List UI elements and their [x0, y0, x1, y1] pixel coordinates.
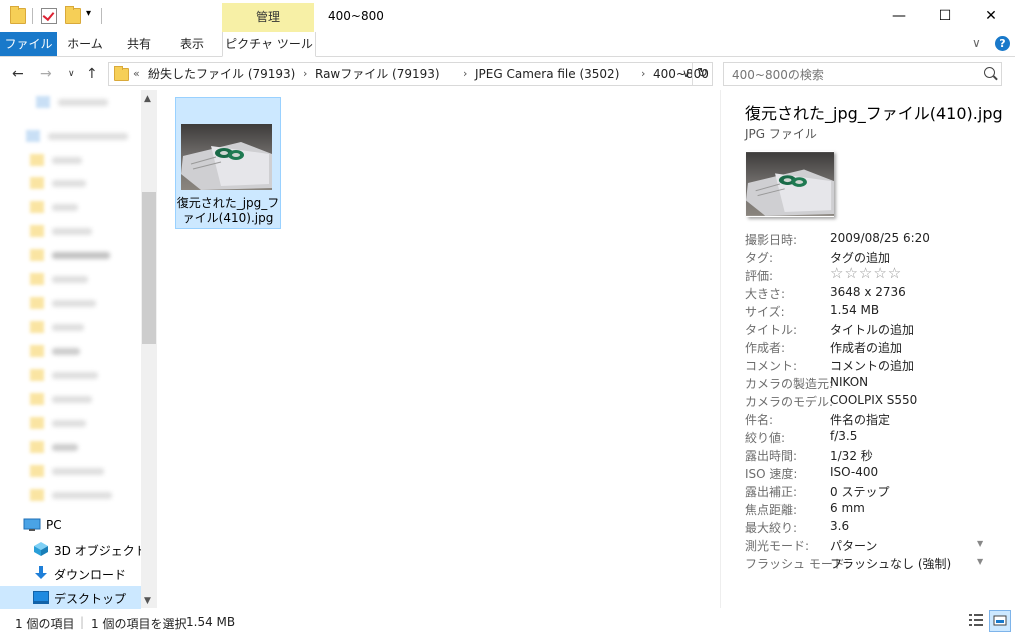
prop-exposure-bias[interactable]: 露出補正: 0 ステップ: [745, 483, 1005, 501]
prop-iso-speed[interactable]: ISO 速度: ISO-400: [745, 465, 1005, 483]
window-title: 400~800: [328, 9, 384, 23]
address-dropdown-icon[interactable]: ∨: [682, 63, 690, 85]
tab-file[interactable]: ファイル: [0, 32, 57, 56]
close-button[interactable]: ✕: [968, 0, 1014, 32]
chevron-right-icon[interactable]: ›: [303, 63, 307, 85]
chevron-down-icon[interactable]: ▼: [977, 539, 983, 548]
chevron-right-icon[interactable]: ›: [463, 63, 467, 85]
back-arrow-icon[interactable]: ←: [12, 62, 24, 86]
tab-view[interactable]: 表示: [168, 32, 216, 56]
properties-check-icon[interactable]: [41, 8, 57, 24]
prop-subject[interactable]: 件名: 件名の指定: [745, 411, 1005, 429]
details-file-type: JPG ファイル: [745, 127, 817, 141]
divider: [101, 8, 102, 24]
pc-icon: [23, 518, 41, 531]
scroll-down-icon[interactable]: ▼: [144, 596, 151, 606]
sidebar-item-label: PC: [46, 518, 62, 532]
forward-arrow-icon[interactable]: →: [40, 62, 52, 86]
ribbon-tabs: ファイル ホーム 共有 表示 ピクチャ ツール: [0, 32, 1015, 57]
chevron-right-icon[interactable]: ›: [641, 63, 645, 85]
details-thumbnail: [746, 152, 834, 216]
quick-access-dropdown-icon[interactable]: ▾: [86, 8, 91, 19]
minimize-button[interactable]: —: [876, 0, 922, 32]
sidebar-item-3d-objects[interactable]: 3D オブジェクト: [0, 538, 147, 561]
sidebar-item-label: ダウンロード: [54, 568, 127, 582]
large-icons-view-icon: [993, 615, 1007, 626]
prop-focal-length[interactable]: 焦点距離: 6 mm: [745, 501, 1005, 519]
selected-count: 1 個の項目を選択: [91, 617, 187, 631]
prop-date-taken: 撮影日時: 2009/08/25 6:20: [745, 231, 930, 247]
prop-comments[interactable]: コメント: コメントの追加: [745, 357, 1005, 375]
search-box[interactable]: [723, 62, 1002, 86]
navigation-pane: PC 3D オブジェクト ダウンロード デスクトップ: [0, 90, 158, 609]
prop-size: サイズ: 1.54 MB: [745, 303, 880, 319]
file-thumbnail: [181, 124, 272, 190]
item-count: 1 個の項目: [15, 617, 75, 631]
selected-size: 1.54 MB: [186, 615, 236, 629]
prop-title[interactable]: タイトル: タイトルの追加: [745, 321, 1005, 339]
prop-author[interactable]: 作成者: 作成者の追加: [745, 339, 1005, 357]
tab-picture-tools[interactable]: ピクチャ ツール: [222, 32, 316, 57]
sidebar-item-pc[interactable]: PC: [0, 514, 141, 537]
maximize-button[interactable]: ☐: [922, 0, 968, 32]
search-input[interactable]: [730, 65, 974, 85]
title-bar: ▾: [0, 0, 1015, 32]
address-bar[interactable]: « 紛失したファイル (79193) › Rawファイル (79193) › J…: [108, 62, 713, 86]
sidebar-item-downloads[interactable]: ダウンロード: [0, 562, 141, 585]
file-name-label: 復元された_jpg_フ ァイル(410).jpg: [176, 196, 280, 225]
folder-icon: [114, 66, 129, 81]
folder-icon[interactable]: [10, 6, 26, 24]
prop-rating[interactable]: 評価: ☆☆☆☆☆: [745, 264, 1005, 285]
breadcrumb-jpeg-camera[interactable]: JPEG Camera file (3502): [475, 63, 619, 85]
rating-stars-icon[interactable]: ☆☆☆☆☆: [830, 264, 902, 282]
scroll-up-icon[interactable]: ▲: [144, 94, 151, 104]
sidebar-item-label: 3D オブジェクト: [54, 544, 147, 558]
help-icon[interactable]: ?: [995, 36, 1010, 51]
desktop-icon: [33, 591, 49, 604]
prop-f-stop[interactable]: 絞り値: f/3.5: [745, 429, 1005, 447]
ribbon-expand-icon[interactable]: ∨: [972, 36, 981, 50]
cube-icon: [34, 542, 48, 556]
search-icon[interactable]: [984, 67, 995, 78]
download-arrow-icon: [35, 566, 47, 579]
scroll-thumb[interactable]: [142, 192, 156, 344]
refresh-icon[interactable]: ↻: [692, 63, 708, 85]
prop-exposure-time[interactable]: 露出時間: 1/32 秒: [745, 447, 1005, 465]
new-folder-icon[interactable]: [65, 6, 81, 24]
prop-flash-mode[interactable]: フラッシュ モード: フラッシュなし (強制) ▼: [745, 555, 1005, 573]
details-view-icon[interactable]: [968, 612, 984, 628]
chevron-down-icon[interactable]: ▼: [977, 557, 983, 566]
sidebar-item-desktop[interactable]: デスクトップ: [0, 586, 141, 609]
prop-dimensions: 大きさ: 3648 x 2736: [745, 285, 906, 301]
overflow-icon[interactable]: «: [133, 63, 140, 85]
divider: [32, 8, 33, 24]
up-arrow-icon[interactable]: ↑: [86, 62, 98, 86]
breadcrumb-raw-files[interactable]: Rawファイル (79193): [315, 63, 440, 85]
prop-metering-mode[interactable]: 測光モード: パターン ▼: [745, 537, 1005, 555]
details-file-title: 復元された_jpg_ファイル(410).jpg: [745, 104, 1003, 123]
tab-home[interactable]: ホーム: [60, 32, 110, 56]
file-tile[interactable]: 復元された_jpg_フ ァイル(410).jpg: [175, 97, 281, 229]
breadcrumb-lost-files[interactable]: 紛失したファイル (79193): [148, 63, 295, 85]
recent-dropdown-icon[interactable]: ∨: [68, 62, 75, 86]
nav-scrollbar[interactable]: ▲ ▼: [141, 90, 157, 608]
tab-share[interactable]: 共有: [116, 32, 162, 56]
context-tab-manage: 管理: [222, 3, 314, 32]
divider: |: [80, 615, 85, 629]
prop-camera-maker[interactable]: カメラの製造元: NIKON: [745, 375, 1005, 393]
sidebar-item-label: デスクトップ: [54, 592, 127, 606]
prop-max-aperture[interactable]: 最大絞り: 3.6: [745, 519, 1005, 537]
prop-camera-model[interactable]: カメラのモデル: COOLPIX S550: [745, 393, 1005, 411]
status-bar: 1 個の項目 | 1 個の項目を選択 1.54 MB: [0, 610, 1015, 634]
large-icons-view-button[interactable]: [989, 610, 1011, 632]
